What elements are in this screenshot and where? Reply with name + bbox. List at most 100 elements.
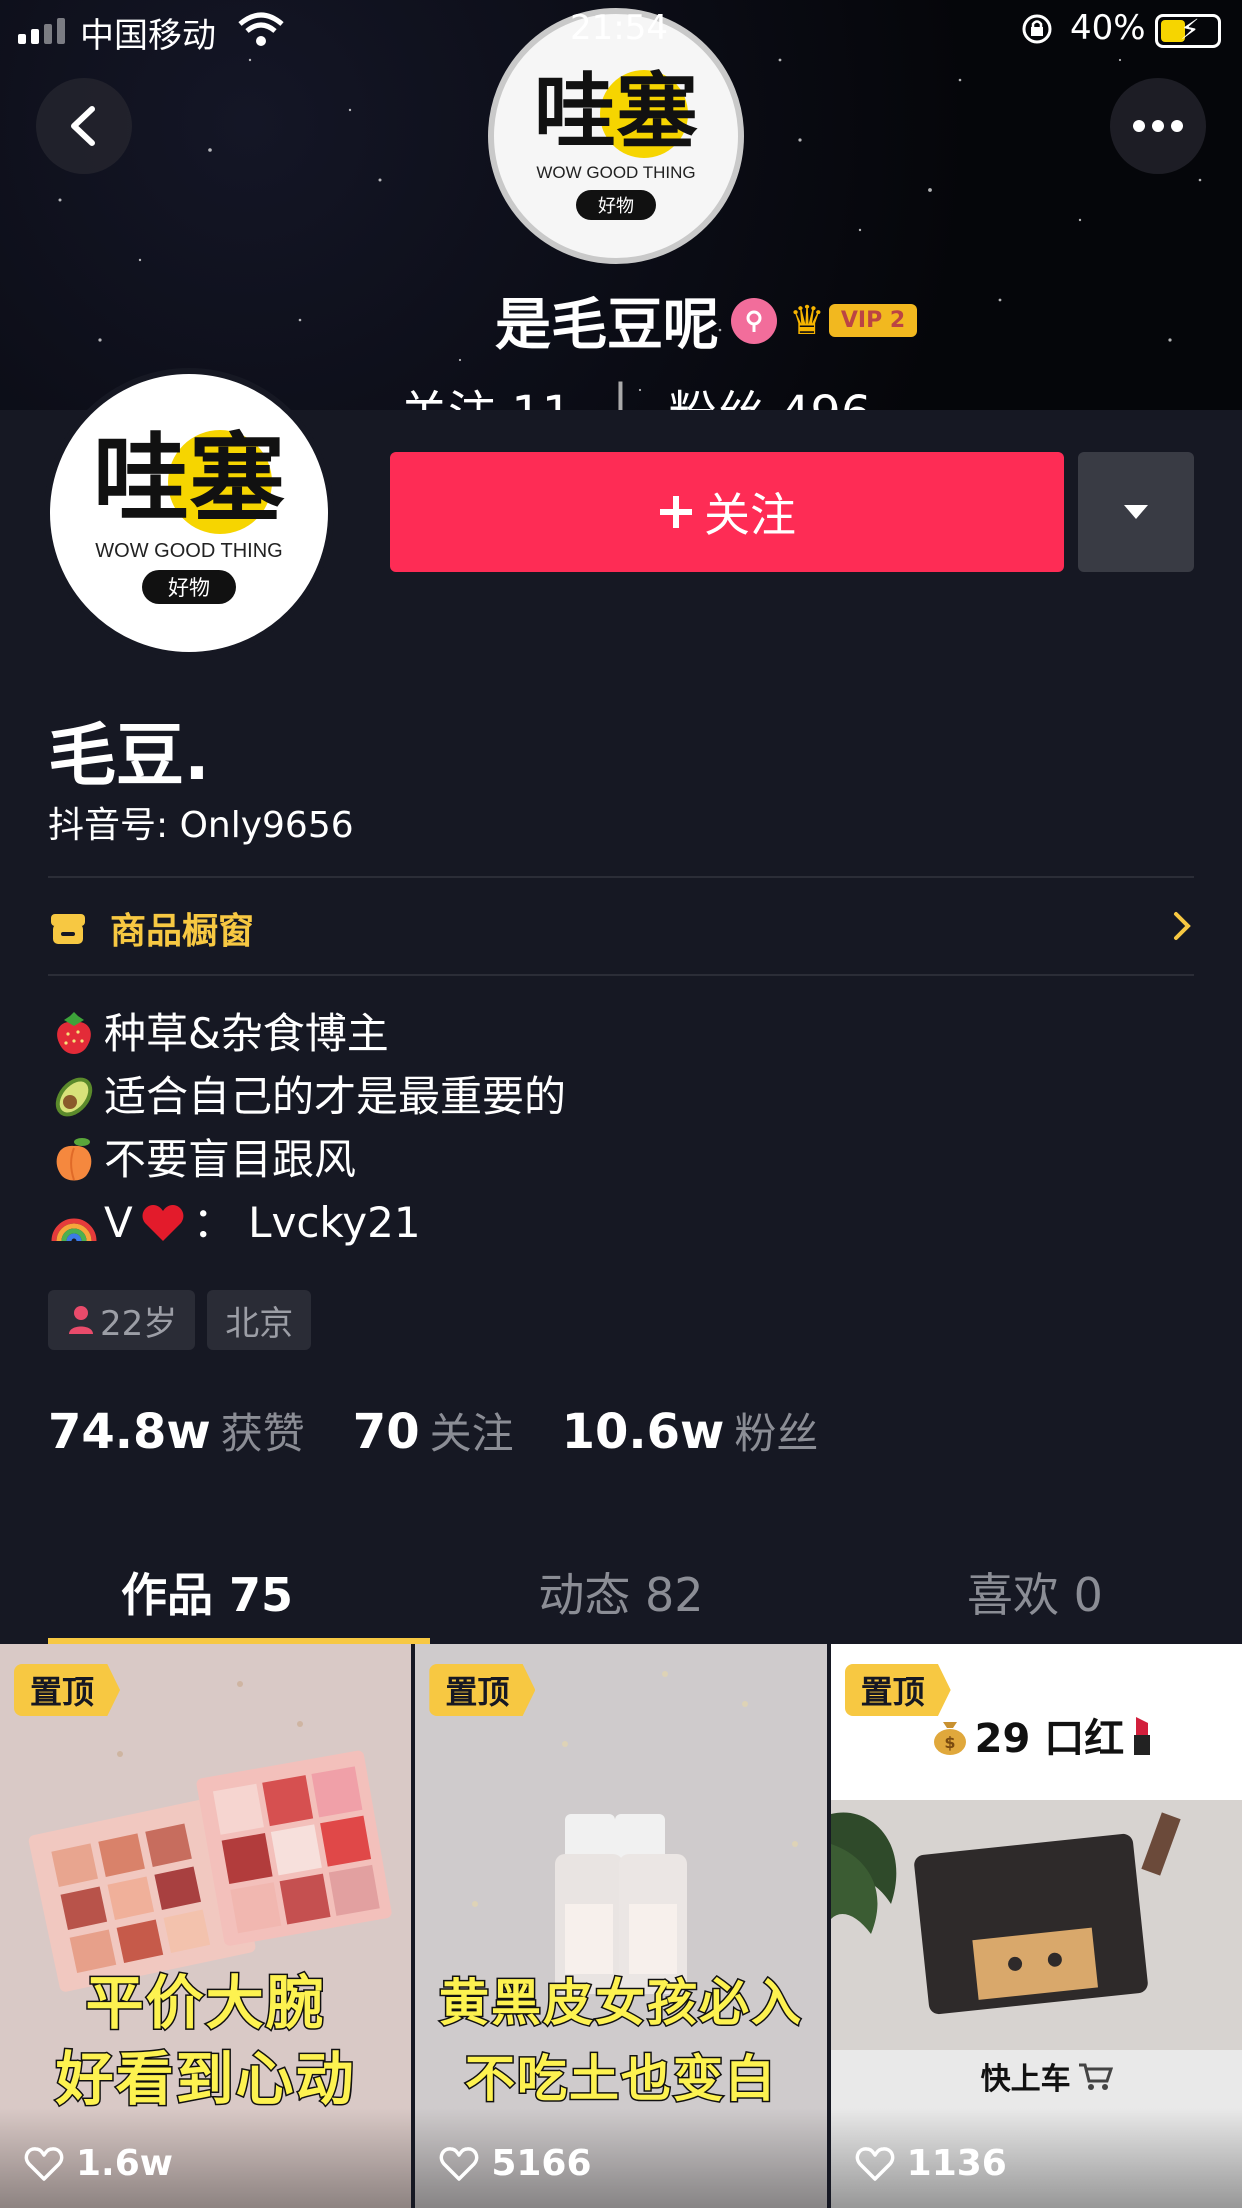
- rotation-lock-icon: [1020, 12, 1054, 55]
- display-name: 毛豆.: [48, 717, 210, 796]
- tab-activity[interactable]: 动态 82: [414, 1540, 828, 1644]
- stat-number: 70: [352, 1404, 420, 1460]
- crown-icon: ♛: [789, 297, 825, 344]
- battery-icon: ⚡: [1155, 13, 1221, 48]
- recommend-dropdown-button[interactable]: [1078, 452, 1194, 572]
- caret-down-icon: [1124, 505, 1148, 519]
- profile-tags: 22岁 北京: [48, 1290, 312, 1350]
- video-thumbnail[interactable]: 置顶 平价大腕 好看到心动 1.6w: [0, 1644, 412, 2208]
- video-cover-image: [0, 1644, 412, 2208]
- video-cover-image: [415, 1644, 827, 2208]
- svg-text:WOW GOOD THING: WOW GOOD THING: [95, 540, 282, 562]
- bio: 种草&杂食博主 适合自己的才是最重要的 不要盲目跟风 V ： Lvcky21: [48, 1002, 566, 1254]
- banner-name-row: 是毛豆呢 ♛ VIP 2: [495, 280, 918, 361]
- rainbow-icon: [51, 1218, 97, 1241]
- avocado-icon: [55, 1077, 93, 1116]
- age-text: 22岁: [100, 1303, 178, 1344]
- followers-stat[interactable]: 10.6w 粉丝: [562, 1400, 819, 1461]
- heart-outline-icon: [440, 2146, 479, 2181]
- chevron-right-icon: [1174, 912, 1191, 940]
- svg-text:好物: 好物: [598, 196, 634, 217]
- city-tag: 北京: [207, 1290, 312, 1350]
- age-tag: 22岁: [48, 1290, 196, 1350]
- follow-label: 关注: [704, 488, 796, 542]
- clock: 21:54: [570, 8, 668, 48]
- strawberry-icon: [57, 1011, 91, 1054]
- like-count-text: 1.6w: [76, 2143, 174, 2184]
- bio-text: ： Lvcky21: [192, 1198, 421, 1247]
- follow-button[interactable]: 关注: [390, 452, 1064, 572]
- shop-window-label: 商品橱窗: [110, 911, 255, 952]
- cart-icon: [1078, 2063, 1113, 2090]
- caption-text: 29 口红: [974, 1716, 1125, 1762]
- red-heart-icon: [142, 1204, 184, 1241]
- plus-icon: [660, 496, 692, 528]
- female-person-icon: [69, 1306, 93, 1334]
- city-text: 北京: [225, 1303, 294, 1344]
- female-icon: [731, 297, 777, 344]
- battery-percent: 40%: [1070, 8, 1146, 48]
- stat-number: 74.8w: [48, 1404, 211, 1460]
- bio-line: V ： Lvcky21: [48, 1191, 566, 1254]
- bio-text: V: [104, 1198, 133, 1247]
- bio-line: 适合自己的才是最重要的: [48, 1065, 566, 1128]
- bio-line: 不要盲目跟风: [48, 1128, 566, 1191]
- like-count: 5166: [439, 2143, 592, 2184]
- profile-banner: 哇塞 WOW GOOD THING 好物 是毛豆呢 ♛ VIP 2 关注 11 …: [0, 0, 1242, 410]
- video-thumbnail[interactable]: 置顶 $ 29 口红 快上车 1136: [830, 1644, 1242, 2208]
- stat-number: 10.6w: [561, 1404, 725, 1460]
- bio-text: 不要盲目跟风: [104, 1135, 357, 1184]
- douyin-id: 抖音号: Only9656: [48, 805, 354, 846]
- svg-text:哇塞: 哇塞: [534, 65, 698, 160]
- video-caption: 不吃土也变白: [463, 2049, 777, 2110]
- banner-stats: 关注 11 | 粉丝 496: [400, 374, 871, 410]
- avatar[interactable]: 哇塞 WOW GOOD THING 好物: [44, 368, 334, 658]
- pinned-badge: 置顶: [429, 1664, 536, 1716]
- more-dots-icon: [1133, 120, 1183, 132]
- bio-text: 适合自己的才是最重要的: [104, 1072, 567, 1121]
- video-thumbnail[interactable]: 置顶 黄黑皮女孩必入 不吃土也变白 5166: [415, 1644, 827, 2208]
- tab-likes[interactable]: 喜欢 0: [828, 1540, 1242, 1644]
- like-count: 1.6w: [24, 2143, 173, 2184]
- content-tabs: 作品 75 动态 82 喜欢 0: [0, 1540, 1242, 1644]
- svg-text:WOW GOOD THING: WOW GOOD THING: [536, 163, 695, 182]
- shop-icon: [51, 914, 85, 944]
- like-count: 1136: [855, 2143, 1007, 2184]
- banner-nickname: 是毛豆呢: [495, 293, 719, 358]
- status-bar: 中国移动 21:54 40% ⚡: [0, 0, 1242, 60]
- signal-icon: [18, 18, 65, 44]
- lipstick-icon: [1134, 1717, 1151, 1755]
- heart-outline-icon: [24, 2146, 64, 2181]
- bio-line: 种草&杂食博主: [48, 1002, 566, 1065]
- divider: [48, 974, 1194, 976]
- peach-icon: [56, 1137, 92, 1180]
- svg-text:$: $: [944, 1733, 955, 1752]
- like-count-text: 5166: [491, 2143, 592, 2184]
- video-caption: 黄黑皮女孩必入: [437, 1973, 803, 2034]
- back-arrow-icon: [71, 106, 95, 146]
- divider: [48, 876, 1194, 878]
- following-stat[interactable]: 70 关注: [353, 1400, 514, 1461]
- back-button[interactable]: [36, 78, 132, 174]
- pinned-badge: 置顶: [14, 1664, 121, 1716]
- stat-label: 获赞: [220, 1409, 305, 1458]
- vip-level: VIP 2: [828, 304, 918, 337]
- wifi-icon: [238, 12, 284, 57]
- video-caption: 平价大腕: [84, 1968, 326, 2039]
- likes-stat: 74.8w 获赞: [48, 1400, 305, 1461]
- svg-text:哇塞: 哇塞: [93, 423, 285, 535]
- caption-text: 快上车: [980, 2062, 1071, 2097]
- like-count-text: 1136: [906, 2143, 1007, 2184]
- tab-works[interactable]: 作品 75: [0, 1540, 414, 1644]
- shop-window-row[interactable]: 商品橱窗: [48, 880, 1194, 976]
- money-bag-icon: $: [933, 1722, 966, 1755]
- video-caption: $ 29 口红: [931, 1706, 1155, 1764]
- banner-follower-count: 粉丝 496: [669, 374, 872, 410]
- svg-text:好物: 好物: [168, 576, 210, 600]
- stat-label: 粉丝: [734, 1409, 819, 1458]
- more-options-button[interactable]: [1110, 78, 1206, 174]
- stat-label: 关注: [429, 1409, 514, 1458]
- carrier-name: 中国移动: [80, 16, 216, 56]
- bio-text: 种草&杂食博主: [104, 1009, 389, 1058]
- banner-following-count: 关注 11: [400, 374, 572, 410]
